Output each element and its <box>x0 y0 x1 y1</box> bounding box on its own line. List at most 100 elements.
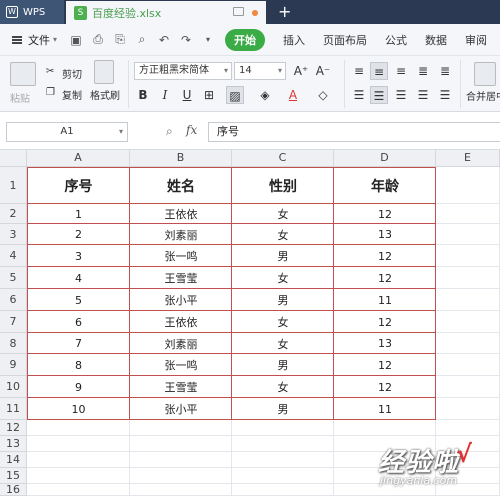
file-tab[interactable]: S 百度经验.xlsx <box>66 1 266 24</box>
table-cell[interactable]: 1 <box>27 204 130 224</box>
row-header[interactable]: 8 <box>0 333 27 354</box>
export-icon[interactable]: ⎙ <box>91 32 105 47</box>
table-cell[interactable]: 刘素丽 <box>130 224 232 245</box>
select-all-corner[interactable] <box>0 150 27 167</box>
row-header[interactable]: 5 <box>0 267 27 289</box>
align-top-icon[interactable]: ≡ <box>350 62 368 80</box>
table-cell[interactable]: 11 <box>334 289 436 311</box>
table-cell[interactable]: 12 <box>334 267 436 289</box>
tab-start[interactable]: 开始 <box>225 28 266 51</box>
table-cell[interactable]: 女 <box>232 333 334 354</box>
function-icon[interactable]: fx <box>186 123 197 137</box>
increase-font-icon[interactable]: A⁺ <box>292 62 310 80</box>
table-cell[interactable]: 王依依 <box>130 204 232 224</box>
align-center-icon[interactable]: ☰ <box>370 86 388 104</box>
bold-icon[interactable]: B <box>134 86 152 104</box>
formula-input[interactable]: 序号 <box>208 122 500 142</box>
table-cell[interactable]: 女 <box>232 376 334 398</box>
print-icon[interactable]: ⎘ <box>113 32 127 47</box>
column-header[interactable]: C <box>232 150 334 167</box>
row-header[interactable]: 14 <box>0 452 27 468</box>
clear-format-icon[interactable]: ◇ <box>314 86 332 104</box>
column-header[interactable]: A <box>27 150 130 167</box>
table-cell[interactable]: 张小平 <box>130 398 232 420</box>
distributed-icon[interactable]: ☰ <box>436 86 454 104</box>
font-name-select[interactable]: 方正粗黑宋简体 ▾ <box>134 62 232 80</box>
row-header[interactable]: 6 <box>0 289 27 311</box>
table-cell[interactable]: 4 <box>27 267 130 289</box>
table-cell[interactable]: 11 <box>334 398 436 420</box>
orientation-icon[interactable]: ≣ <box>414 62 432 80</box>
name-box[interactable]: A1 ▾ <box>6 122 128 142</box>
table-cell[interactable]: 张小平 <box>130 289 232 311</box>
table-cell[interactable]: 12 <box>334 245 436 267</box>
row-header[interactable]: 13 <box>0 436 27 452</box>
table-cell[interactable]: 男 <box>232 398 334 420</box>
table-cell[interactable]: 13 <box>334 224 436 245</box>
font-color-icon[interactable]: A <box>284 86 302 104</box>
table-cell[interactable]: 女 <box>232 204 334 224</box>
tab-insert[interactable]: 插入 <box>283 32 305 48</box>
border-icon[interactable]: ⊞ <box>200 86 218 104</box>
decrease-font-icon[interactable]: A⁻ <box>314 62 332 80</box>
table-cell[interactable]: 王依依 <box>130 311 232 333</box>
cut-icon[interactable]: ✂ <box>46 66 54 77</box>
row-header[interactable]: 9 <box>0 354 27 376</box>
table-cell[interactable]: 王雪莹 <box>130 267 232 289</box>
row-header[interactable]: 3 <box>0 224 27 245</box>
table-cell[interactable]: 7 <box>27 333 130 354</box>
table-header-cell[interactable]: 姓名 <box>130 167 232 204</box>
row-header[interactable]: 15 <box>0 468 27 484</box>
table-cell[interactable]: 6 <box>27 311 130 333</box>
new-tab-button[interactable]: + <box>278 2 291 21</box>
table-cell[interactable]: 男 <box>232 354 334 376</box>
table-cell[interactable]: 8 <box>27 354 130 376</box>
font-size-select[interactable]: 14 ▾ <box>234 62 286 80</box>
table-header-cell[interactable]: 年龄 <box>334 167 436 204</box>
zoom-search-icon[interactable]: ⌕ <box>166 124 173 139</box>
highlight-icon[interactable]: ◈ <box>256 86 274 104</box>
align-middle-icon[interactable]: ≡ <box>370 62 388 80</box>
app-tab-wps[interactable]: W WPS <box>0 0 64 24</box>
underline-icon[interactable]: U <box>178 86 196 104</box>
table-cell[interactable]: 男 <box>232 245 334 267</box>
tab-data[interactable]: 数据 <box>425 32 447 48</box>
tab-formulas[interactable]: 公式 <box>385 32 407 48</box>
column-header[interactable]: D <box>334 150 436 167</box>
row-header[interactable]: 10 <box>0 376 27 398</box>
table-header-cell[interactable]: 序号 <box>27 167 130 204</box>
window-icon[interactable] <box>233 7 244 16</box>
table-cell[interactable]: 2 <box>27 224 130 245</box>
table-cell[interactable]: 女 <box>232 311 334 333</box>
format-painter-icon[interactable] <box>94 60 114 84</box>
table-cell[interactable]: 9 <box>27 376 130 398</box>
fill-color-icon[interactable]: ▨ <box>226 86 244 104</box>
table-cell[interactable]: 12 <box>334 311 436 333</box>
align-bottom-icon[interactable]: ≡ <box>392 62 410 80</box>
row-header[interactable]: 1 <box>0 167 27 204</box>
indent-icon[interactable]: ≣ <box>436 62 454 80</box>
row-header[interactable]: 7 <box>0 311 27 333</box>
merge-center-icon[interactable] <box>474 62 496 86</box>
undo-icon[interactable]: ↶ <box>157 33 171 47</box>
table-cell[interactable]: 3 <box>27 245 130 267</box>
table-cell[interactable]: 男 <box>232 289 334 311</box>
redo-icon[interactable]: ↷ <box>179 33 193 47</box>
row-header[interactable]: 16 <box>0 483 27 496</box>
column-header[interactable]: E <box>436 150 500 167</box>
align-left-icon[interactable]: ☰ <box>350 86 368 104</box>
row-header[interactable]: 4 <box>0 245 27 267</box>
merge-center-label[interactable]: 合并居中 <box>466 88 500 103</box>
table-cell[interactable]: 12 <box>334 354 436 376</box>
table-cell[interactable]: 13 <box>334 333 436 354</box>
table-cell[interactable]: 女 <box>232 267 334 289</box>
customize-chevron-icon[interactable]: ▾ <box>201 35 215 44</box>
table-cell[interactable]: 5 <box>27 289 130 311</box>
italic-icon[interactable]: I <box>156 86 174 104</box>
tab-page-layout[interactable]: 页面布局 <box>323 32 367 48</box>
tab-review[interactable]: 审阅 <box>465 32 487 48</box>
copy-icon[interactable]: ❐ <box>46 87 55 98</box>
table-cell[interactable]: 女 <box>232 224 334 245</box>
file-menu[interactable]: 文件 ▾ <box>12 32 57 48</box>
preview-icon[interactable]: ⌕ <box>135 32 149 47</box>
